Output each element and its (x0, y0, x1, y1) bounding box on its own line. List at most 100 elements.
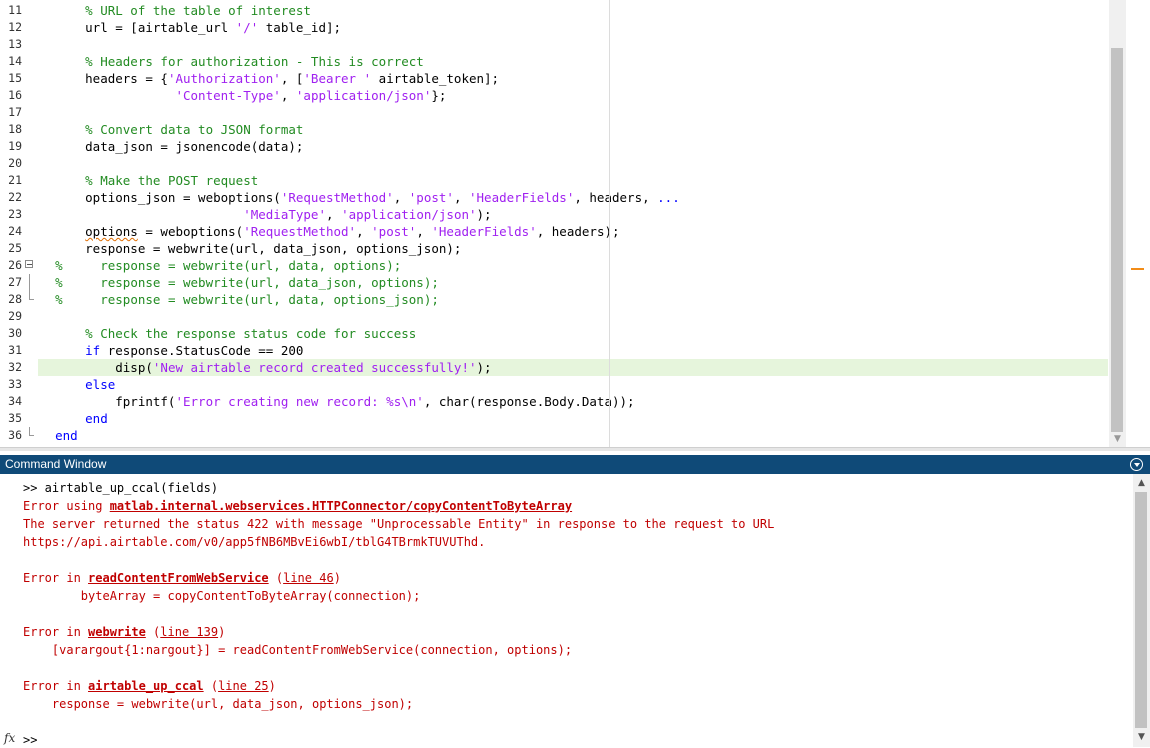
code-token: 'HeaderFields' (431, 224, 537, 239)
line-number[interactable]: 28 (0, 291, 22, 308)
line-number[interactable]: 11 (0, 2, 22, 19)
code-line[interactable]: headers = {'Authorization', ['Bearer ' a… (40, 70, 499, 87)
line-number[interactable]: 18 (0, 121, 22, 138)
code-line[interactable]: % URL of the table of interest (40, 2, 311, 19)
code-token: , (326, 207, 342, 222)
line-number[interactable]: 25 (0, 240, 22, 257)
scroll-up-icon[interactable]: ▲ (1133, 476, 1150, 490)
code-token: % Make the POST request (85, 173, 259, 188)
code-token: , [ (280, 71, 304, 86)
line-number[interactable]: 32 (0, 359, 22, 376)
command-prompt[interactable]: >> (23, 732, 37, 748)
error-line-link[interactable]: line 46 (283, 571, 334, 585)
code-line[interactable]: % Convert data to JSON format (40, 121, 303, 138)
code-line[interactable]: end (40, 410, 108, 427)
code-token: airtable_token]; (371, 71, 500, 86)
code-token: 'New airtable record created successfull… (152, 360, 477, 375)
error-line: Error in webwrite (line 139) (23, 625, 226, 639)
line-number[interactable]: 23 (0, 206, 22, 223)
line-number[interactable]: 36 (0, 427, 22, 444)
code-line[interactable]: 'MediaType', 'application/json'); (40, 206, 491, 223)
code-token: 'RequestMethod' (280, 190, 394, 205)
line-number[interactable]: 31 (0, 342, 22, 359)
code-token: 'Bearer ' (303, 71, 372, 86)
code-token: 'application/json' (341, 207, 477, 222)
function-browser-icon[interactable]: fx (4, 731, 15, 745)
code-token: ); (476, 360, 492, 375)
error-line-link[interactable]: line 25 (218, 679, 269, 693)
code-token: data_json = jsonencode(data); (40, 139, 304, 154)
line-number[interactable]: 12 (0, 19, 22, 36)
error-function-link[interactable]: airtable_up_ccal (88, 679, 204, 693)
line-number[interactable]: 21 (0, 172, 22, 189)
code-line[interactable]: % response = webwrite(url, data, options… (40, 291, 439, 308)
code-token: options_json = weboptions( (40, 190, 281, 205)
line-number[interactable]: 35 (0, 410, 22, 427)
code-token: , (453, 190, 469, 205)
code-line[interactable]: % response = webwrite(url, data_json, op… (40, 274, 439, 291)
error-prefix: Error in (23, 679, 89, 693)
line-number[interactable]: 15 (0, 70, 22, 87)
code-line[interactable]: data_json = jsonencode(data); (40, 138, 303, 155)
error-line-link[interactable]: line 139 (160, 625, 218, 639)
fold-guide (25, 291, 35, 308)
code-line[interactable]: options_json = weboptions('RequestMethod… (40, 189, 680, 206)
line-number[interactable]: 33 (0, 376, 22, 393)
code-token: url = [airtable_url (40, 20, 236, 35)
line-number[interactable]: 13 (0, 36, 22, 53)
error-function-link[interactable]: readContentFromWebService (88, 571, 269, 585)
line-number[interactable]: 20 (0, 155, 22, 172)
code-token: '/' (235, 20, 259, 35)
editor-scroll-thumb[interactable] (1111, 48, 1123, 432)
line-number[interactable]: 22 (0, 189, 22, 206)
line-number[interactable]: 34 (0, 393, 22, 410)
code-line[interactable]: % response = webwrite(url, data, options… (40, 257, 401, 274)
editor-scroll-down-icon[interactable]: ▼ (1109, 432, 1126, 446)
error-line: Error in readContentFromWebService (line… (23, 571, 341, 585)
code-token: , char(response.Body.Data)); (423, 394, 635, 409)
code-editor[interactable]: 11 % URL of the table of interest 12 url … (0, 0, 1150, 451)
line-number[interactable]: 24 (0, 223, 22, 240)
warning-marker[interactable] (1131, 268, 1144, 270)
scroll-down-icon[interactable]: ▼ (1133, 730, 1150, 744)
code-token: options (85, 224, 138, 239)
code-line[interactable]: end (40, 427, 78, 444)
code-line[interactable]: % Check the response status code for suc… (40, 325, 416, 342)
editor-divider[interactable] (0, 447, 1150, 451)
code-line[interactable]: else (40, 376, 115, 393)
command-window-scroll-thumb[interactable] (1135, 492, 1147, 728)
line-number[interactable]: 30 (0, 325, 22, 342)
fold-guide (25, 274, 35, 291)
code-line[interactable]: if response.StatusCode == 200 (40, 342, 303, 359)
fold-toggle-icon[interactable] (25, 257, 35, 274)
code-line[interactable]: options = weboptions('RequestMethod', 'p… (40, 223, 620, 240)
code-line[interactable]: 'Content-Type', 'application/json'}; (40, 87, 446, 104)
code-line[interactable]: url = [airtable_url '/' table_id]; (40, 19, 341, 36)
code-token: % Headers for authorization - This is co… (85, 54, 424, 69)
code-token: if (85, 343, 101, 358)
line-number[interactable]: 27 (0, 274, 22, 291)
code-token: , headers); (536, 224, 620, 239)
command-window[interactable]: >> airtable_up_ccal(fields) Error using … (0, 474, 1150, 747)
line-number[interactable]: 29 (0, 308, 22, 325)
code-line[interactable]: % Make the POST request (40, 172, 258, 189)
line-number[interactable]: 26 (0, 257, 22, 274)
chevron-down-icon[interactable] (1130, 458, 1143, 471)
line-number[interactable]: 19 (0, 138, 22, 155)
error-function-link[interactable]: webwrite (88, 625, 146, 639)
code-line[interactable]: disp('New airtable record created succes… (40, 359, 492, 376)
line-number[interactable]: 16 (0, 87, 22, 104)
code-token: headers = { (40, 71, 168, 86)
line-number[interactable]: 14 (0, 53, 22, 70)
code-line[interactable]: % Headers for authorization - This is co… (40, 53, 424, 70)
error-link[interactable]: matlab.internal.webservices.HTTPConnecto… (110, 499, 572, 513)
code-token: % response = webwrite(url, data, options… (55, 292, 439, 307)
code-line[interactable]: response = webwrite(url, data_json, opti… (40, 240, 461, 257)
line-number[interactable]: 17 (0, 104, 22, 121)
code-line[interactable]: fprintf('Error creating new record: %s\n… (40, 393, 635, 410)
